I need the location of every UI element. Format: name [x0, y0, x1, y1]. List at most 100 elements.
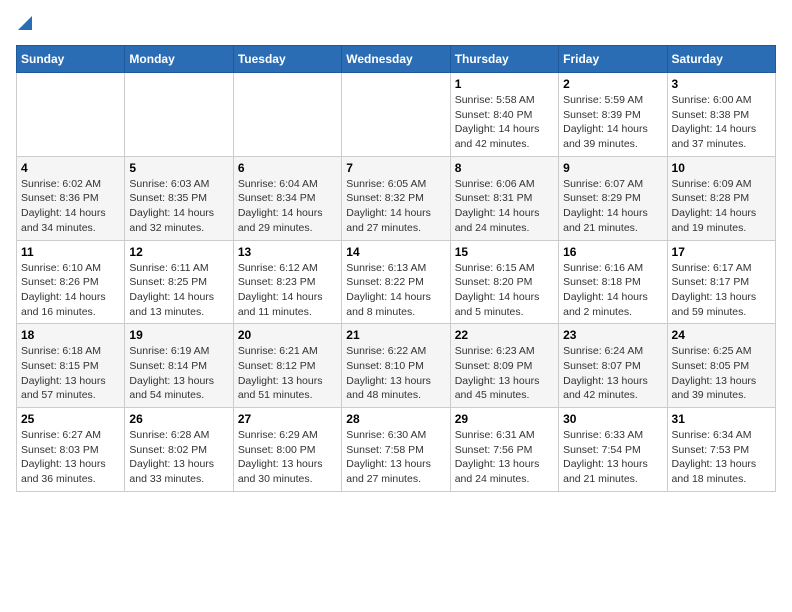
day-info: Sunrise: 6:10 AM Sunset: 8:26 PM Dayligh…: [21, 261, 120, 320]
day-number: 27: [238, 412, 337, 426]
table-row: 19 Sunrise: 6:19 AM Sunset: 8:14 PM Dayli…: [125, 324, 233, 408]
calendar-header-saturday: Saturday: [667, 46, 775, 73]
table-row: 7 Sunrise: 6:05 AM Sunset: 8:32 PM Daylig…: [342, 156, 450, 240]
day-number: 1: [455, 77, 554, 91]
calendar-header-friday: Friday: [559, 46, 667, 73]
day-number: 9: [563, 161, 662, 175]
day-number: 19: [129, 328, 228, 342]
day-info: Sunrise: 6:13 AM Sunset: 8:22 PM Dayligh…: [346, 261, 445, 320]
table-row: 24 Sunrise: 6:25 AM Sunset: 8:05 PM Dayli…: [667, 324, 775, 408]
day-number: 6: [238, 161, 337, 175]
day-info: Sunrise: 6:31 AM Sunset: 7:56 PM Dayligh…: [455, 428, 554, 487]
day-info: Sunrise: 6:27 AM Sunset: 8:03 PM Dayligh…: [21, 428, 120, 487]
table-row: 13Sunrise: 6:12 AM Sunset: 8:23 PM Dayli…: [233, 240, 341, 324]
day-info: Sunrise: 6:06 AM Sunset: 8:31 PM Dayligh…: [455, 177, 554, 236]
day-info: Sunrise: 6:29 AM Sunset: 8:00 PM Dayligh…: [238, 428, 337, 487]
day-number: 2: [563, 77, 662, 91]
day-info: Sunrise: 6:28 AM Sunset: 8:02 PM Dayligh…: [129, 428, 228, 487]
day-info: Sunrise: 6:09 AM Sunset: 8:28 PM Dayligh…: [672, 177, 771, 236]
day-number: 12: [129, 245, 228, 259]
calendar-week-3: 11 Sunrise: 6:10 AM Sunset: 8:26 PM Dayli…: [17, 240, 776, 324]
day-number: 20: [238, 328, 337, 342]
day-info: Sunrise: 6:34 AM Sunset: 7:53 PM Dayligh…: [672, 428, 771, 487]
day-number: 15: [455, 245, 554, 259]
table-row: [342, 73, 450, 157]
table-row: 6Sunrise: 6:04 AM Sunset: 8:34 PM Daylig…: [233, 156, 341, 240]
table-row: 29Sunrise: 6:31 AM Sunset: 7:56 PM Dayli…: [450, 408, 558, 492]
page-header: [16, 16, 776, 37]
day-number: 14: [346, 245, 445, 259]
day-info: Sunrise: 6:18 AM Sunset: 8:15 PM Dayligh…: [21, 344, 120, 403]
table-row: 17Sunrise: 6:17 AM Sunset: 8:17 PM Dayli…: [667, 240, 775, 324]
day-number: 26: [129, 412, 228, 426]
day-number: 16: [563, 245, 662, 259]
day-info: Sunrise: 6:15 AM Sunset: 8:20 PM Dayligh…: [455, 261, 554, 320]
day-info: Sunrise: 6:19 AM Sunset: 8:14 PM Dayligh…: [129, 344, 228, 403]
calendar-header-thursday: Thursday: [450, 46, 558, 73]
day-info: Sunrise: 6:25 AM Sunset: 8:05 PM Dayligh…: [672, 344, 771, 403]
day-info: Sunrise: 6:02 AM Sunset: 8:36 PM Dayligh…: [21, 177, 120, 236]
calendar-body: 1 Sunrise: 5:58 AM Sunset: 8:40 PM Daylig…: [17, 73, 776, 492]
day-number: 30: [563, 412, 662, 426]
table-row: 27 Sunrise: 6:29 AM Sunset: 8:00 PM Dayli…: [233, 408, 341, 492]
day-number: 25: [21, 412, 120, 426]
table-row: 31 Sunrise: 6:34 AM Sunset: 7:53 PM Dayli…: [667, 408, 775, 492]
table-row: 23Sunrise: 6:24 AM Sunset: 8:07 PM Dayli…: [559, 324, 667, 408]
day-info: Sunrise: 5:58 AM Sunset: 8:40 PM Dayligh…: [455, 93, 554, 152]
day-info: Sunrise: 6:11 AM Sunset: 8:25 PM Dayligh…: [129, 261, 228, 320]
day-number: 24: [672, 328, 771, 342]
day-number: 18: [21, 328, 120, 342]
day-info: Sunrise: 6:23 AM Sunset: 8:09 PM Dayligh…: [455, 344, 554, 403]
table-row: 18 Sunrise: 6:18 AM Sunset: 8:15 PM Dayli…: [17, 324, 125, 408]
calendar-header-tuesday: Tuesday: [233, 46, 341, 73]
table-row: 26 Sunrise: 6:28 AM Sunset: 8:02 PM Dayli…: [125, 408, 233, 492]
table-row: 9 Sunrise: 6:07 AM Sunset: 8:29 PM Daylig…: [559, 156, 667, 240]
table-row: 22 Sunrise: 6:23 AM Sunset: 8:09 PM Dayli…: [450, 324, 558, 408]
calendar-header-wednesday: Wednesday: [342, 46, 450, 73]
day-info: Sunrise: 6:30 AM Sunset: 7:58 PM Dayligh…: [346, 428, 445, 487]
day-number: 4: [21, 161, 120, 175]
table-row: 10 Sunrise: 6:09 AM Sunset: 8:28 PM Dayli…: [667, 156, 775, 240]
day-number: 8: [455, 161, 554, 175]
day-number: 11: [21, 245, 120, 259]
day-info: Sunrise: 6:05 AM Sunset: 8:32 PM Dayligh…: [346, 177, 445, 236]
table-row: [17, 73, 125, 157]
table-row: 12 Sunrise: 6:11 AM Sunset: 8:25 PM Dayli…: [125, 240, 233, 324]
day-info: Sunrise: 6:07 AM Sunset: 8:29 PM Dayligh…: [563, 177, 662, 236]
table-row: 11 Sunrise: 6:10 AM Sunset: 8:26 PM Dayli…: [17, 240, 125, 324]
calendar-week-5: 25 Sunrise: 6:27 AM Sunset: 8:03 PM Dayli…: [17, 408, 776, 492]
day-info: Sunrise: 6:17 AM Sunset: 8:17 PM Dayligh…: [672, 261, 771, 320]
day-info: Sunrise: 5:59 AM Sunset: 8:39 PM Dayligh…: [563, 93, 662, 152]
table-row: 28 Sunrise: 6:30 AM Sunset: 7:58 PM Dayli…: [342, 408, 450, 492]
day-number: 13: [238, 245, 337, 259]
calendar-table: SundayMondayTuesdayWednesdayThursdayFrid…: [16, 45, 776, 492]
table-row: 30 Sunrise: 6:33 AM Sunset: 7:54 PM Dayli…: [559, 408, 667, 492]
calendar-week-1: 1 Sunrise: 5:58 AM Sunset: 8:40 PM Daylig…: [17, 73, 776, 157]
table-row: 21 Sunrise: 6:22 AM Sunset: 8:10 PM Dayli…: [342, 324, 450, 408]
day-number: 31: [672, 412, 771, 426]
day-number: 5: [129, 161, 228, 175]
day-number: 7: [346, 161, 445, 175]
day-number: 28: [346, 412, 445, 426]
day-number: 10: [672, 161, 771, 175]
table-row: [233, 73, 341, 157]
table-row: 2 Sunrise: 5:59 AM Sunset: 8:39 PM Daylig…: [559, 73, 667, 157]
table-row: 5 Sunrise: 6:03 AM Sunset: 8:35 PM Daylig…: [125, 156, 233, 240]
calendar-week-4: 18 Sunrise: 6:18 AM Sunset: 8:15 PM Dayli…: [17, 324, 776, 408]
table-row: 15 Sunrise: 6:15 AM Sunset: 8:20 PM Dayli…: [450, 240, 558, 324]
day-number: 21: [346, 328, 445, 342]
table-row: 25 Sunrise: 6:27 AM Sunset: 8:03 PM Dayli…: [17, 408, 125, 492]
day-info: Sunrise: 6:33 AM Sunset: 7:54 PM Dayligh…: [563, 428, 662, 487]
table-row: 8 Sunrise: 6:06 AM Sunset: 8:31 PM Daylig…: [450, 156, 558, 240]
calendar-header-row: SundayMondayTuesdayWednesdayThursdayFrid…: [17, 46, 776, 73]
day-info: Sunrise: 6:03 AM Sunset: 8:35 PM Dayligh…: [129, 177, 228, 236]
table-row: 3Sunrise: 6:00 AM Sunset: 8:38 PM Daylig…: [667, 73, 775, 157]
table-row: 20Sunrise: 6:21 AM Sunset: 8:12 PM Dayli…: [233, 324, 341, 408]
day-info: Sunrise: 6:22 AM Sunset: 8:10 PM Dayligh…: [346, 344, 445, 403]
calendar-header-sunday: Sunday: [17, 46, 125, 73]
day-number: 23: [563, 328, 662, 342]
table-row: 1 Sunrise: 5:58 AM Sunset: 8:40 PM Daylig…: [450, 73, 558, 157]
table-row: [125, 73, 233, 157]
day-info: Sunrise: 6:16 AM Sunset: 8:18 PM Dayligh…: [563, 261, 662, 320]
day-number: 22: [455, 328, 554, 342]
